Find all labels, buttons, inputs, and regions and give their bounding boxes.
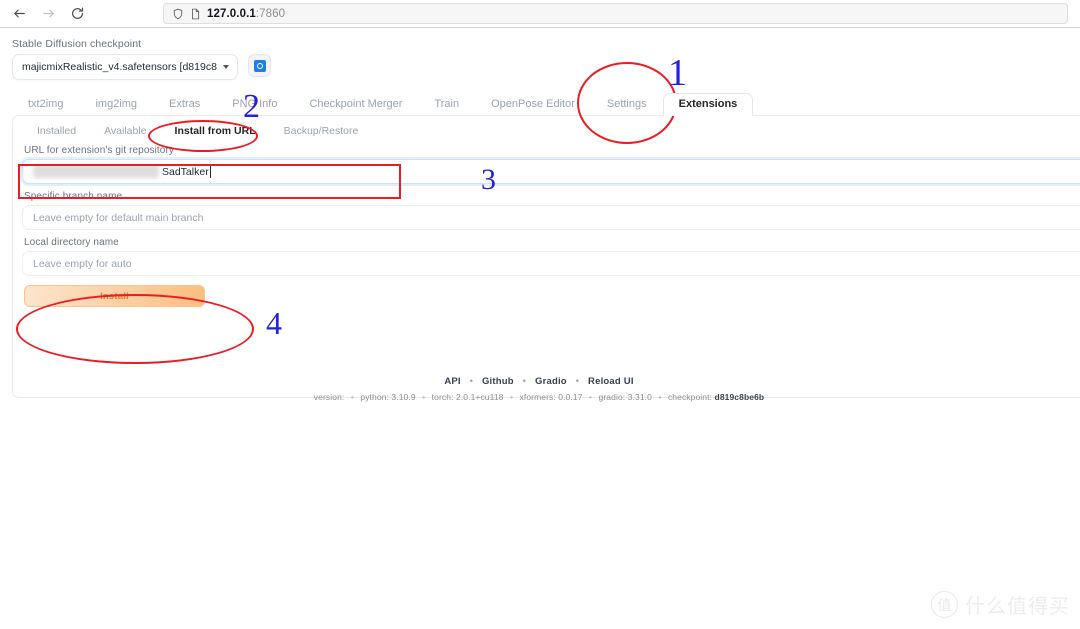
- git-url-field-group: URL for extension's git repository SadTa…: [22, 145, 1080, 184]
- footer-separator: •: [469, 376, 474, 387]
- tab-checkpoint-merger[interactable]: Checkpoint Merger: [293, 93, 418, 116]
- branch-placeholder: Leave empty for default main branch: [33, 211, 204, 224]
- page-icon: [190, 8, 201, 20]
- version-xformers: xformers: 0.0.17: [519, 392, 583, 402]
- arrow-right-icon: [43, 9, 54, 18]
- watermark-badge: 值: [931, 591, 958, 618]
- version-checkpoint-hash: d819c8be6b: [714, 392, 765, 402]
- address-port: :7860: [255, 7, 286, 20]
- git-url-label: URL for extension's git repository: [24, 145, 175, 156]
- extensions-sub-tab-bar: Installed Available Install from URL Bac…: [23, 122, 372, 143]
- git-url-input[interactable]: SadTalker: [22, 159, 1080, 184]
- local-dir-placeholder: Leave empty for auto: [33, 257, 132, 270]
- checkpoint-dropdown[interactable]: majicmixRealistic_v4.safetensors [d819c8…: [12, 54, 238, 80]
- back-button[interactable]: [6, 3, 33, 25]
- address-host: 127.0.0.1: [207, 7, 256, 20]
- local-dir-label: Local directory name: [24, 237, 119, 248]
- version-separator: •: [509, 392, 514, 402]
- shield-icon: [172, 8, 184, 20]
- version-separator: •: [658, 392, 662, 402]
- refresh-checkpoints-button[interactable]: [248, 54, 271, 77]
- tab-train[interactable]: Train: [418, 93, 475, 116]
- version-checkpoint-label: checkpoint:: [667, 392, 713, 402]
- subtab-installed[interactable]: Installed: [23, 122, 90, 143]
- version-separator: •: [589, 392, 593, 402]
- arrow-left-icon: [14, 9, 25, 18]
- tab-img2img[interactable]: img2img: [79, 93, 153, 116]
- tab-extensions[interactable]: Extensions: [662, 93, 754, 116]
- install-button-label: Install: [100, 290, 129, 302]
- reload-icon: [72, 7, 84, 19]
- local-dir-field-group: Local directory name Leave empty for aut…: [22, 237, 1080, 276]
- footer-link-github[interactable]: Github: [482, 376, 514, 387]
- footer-link-reload-ui[interactable]: Reload UI: [588, 376, 634, 387]
- extensions-panel: Installed Available Install from URL Bac…: [12, 115, 1080, 398]
- address-bar[interactable]: 127.0.0.1:7860: [163, 3, 1068, 24]
- text-cursor: [209, 165, 211, 178]
- tab-settings[interactable]: Settings: [591, 93, 663, 116]
- version-gradio: gradio: 3.31.0: [598, 392, 652, 402]
- version-prefix: version:: [313, 392, 345, 402]
- tab-txt2img[interactable]: txt2img: [12, 93, 79, 116]
- subtab-backup-restore[interactable]: Backup/Restore: [270, 122, 373, 143]
- footer-link-api[interactable]: API: [444, 376, 460, 387]
- branch-label: Specific branch name: [24, 191, 123, 202]
- forward-button[interactable]: [35, 3, 62, 25]
- main-tab-bar: txt2img img2img Extras PNG Info Checkpoi…: [12, 92, 1080, 116]
- subtab-available[interactable]: Available: [90, 122, 160, 143]
- tab-extras[interactable]: Extras: [153, 93, 216, 116]
- version-python: python: 3.10.9: [360, 392, 416, 402]
- checkpoint-label: Stable Diffusion checkpoint: [12, 38, 142, 50]
- footer-separator: •: [575, 376, 580, 387]
- webui-app: Stable Diffusion checkpoint majicmixReal…: [0, 28, 1080, 629]
- branch-input[interactable]: Leave empty for default main branch: [22, 205, 1080, 230]
- chevron-down-icon: [223, 65, 229, 69]
- version-separator: •: [350, 392, 354, 402]
- branch-field-group: Specific branch name Leave empty for def…: [22, 191, 1080, 230]
- footer-links: API • Github • Gradio • Reload UI: [0, 376, 1078, 387]
- checkpoint-row: Stable Diffusion checkpoint majicmixReal…: [12, 38, 512, 80]
- version-torch: torch: 2.0.1+cu118: [431, 392, 504, 402]
- footer-link-gradio[interactable]: Gradio: [535, 376, 567, 387]
- watermark: 值 什么值得买: [931, 590, 1070, 619]
- watermark-text: 什么值得买: [965, 594, 1070, 618]
- checkpoint-selected-value: majicmixRealistic_v4.safetensors [d819c8…: [22, 61, 217, 73]
- local-dir-input[interactable]: Leave empty for auto: [22, 251, 1080, 276]
- browser-toolbar: 127.0.0.1:7860: [0, 0, 1080, 28]
- refresh-icon: [253, 59, 266, 72]
- subtab-install-from-url[interactable]: Install from URL: [161, 122, 270, 143]
- tab-png-info[interactable]: PNG Info: [216, 93, 293, 116]
- footer-version-line: version: • python: 3.10.9 • torch: 2.0.1…: [0, 392, 1078, 402]
- redacted-url-prefix: [33, 165, 159, 178]
- address-text: 127.0.0.1:7860: [207, 8, 285, 20]
- install-button[interactable]: Install: [24, 285, 205, 307]
- reload-button[interactable]: [64, 3, 91, 25]
- version-separator: •: [422, 392, 426, 402]
- git-url-value: SadTalker: [162, 165, 209, 178]
- install-from-url-form: URL for extension's git repository SadTa…: [22, 145, 1080, 307]
- browser-nav-buttons: [0, 3, 91, 25]
- tab-openpose-editor[interactable]: OpenPose Editor: [475, 93, 591, 116]
- footer: API • Github • Gradio • Reload UI versio…: [0, 376, 1080, 402]
- footer-separator: •: [522, 376, 527, 387]
